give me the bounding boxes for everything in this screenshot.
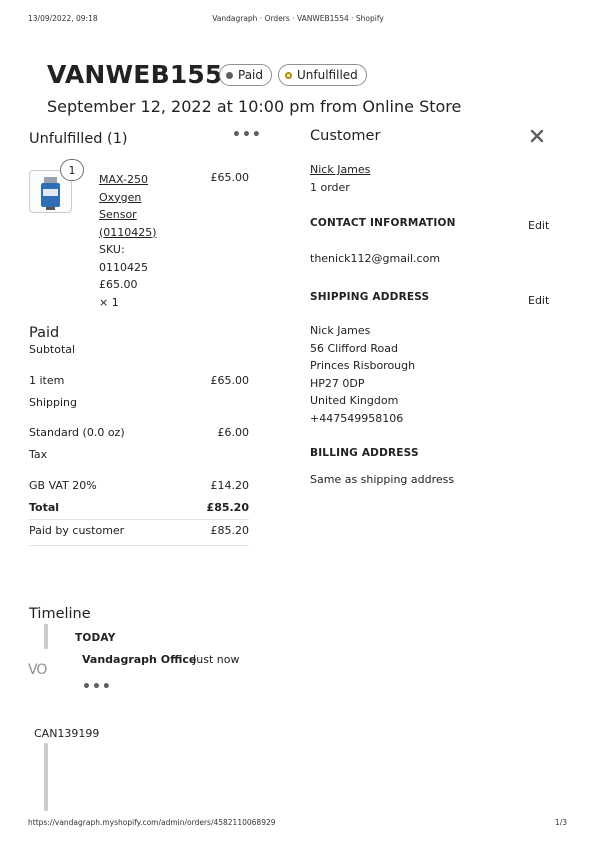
timeline-title: Timeline [29, 606, 91, 622]
timeline-today-label: TODAY [75, 632, 116, 644]
unfulfilled-badge-label: Unfulfilled [297, 68, 358, 82]
shipping-address-heading: SHIPPING ADDRESS [310, 291, 430, 303]
billing-address-text: Same as shipping address [310, 473, 455, 486]
paid-by-customer-label: Paid by customer [29, 524, 125, 537]
print-page-number: 1/3 [555, 818, 568, 827]
timeline-time: Just now [193, 653, 240, 666]
total-divider [29, 519, 249, 520]
product-link[interactable]: MAX-250 Oxygen Sensor (0110425) SKU: 011… [99, 171, 157, 311]
tax-label: Tax [29, 448, 48, 461]
timeline-avatar: VO [28, 662, 47, 678]
address-line: +447549958106 [310, 411, 404, 425]
paid-badge: Paid [219, 64, 273, 86]
quantity-badge: 1 [60, 159, 84, 181]
total-value: £85.20 [206, 501, 249, 514]
address-line: Nick James [310, 324, 371, 337]
timeline-note: CAN139199 [34, 727, 100, 740]
sku-value: 0110425 [99, 260, 148, 274]
address-line: 56 Clifford Road [310, 341, 399, 355]
product-name-line[interactable]: Sensor [99, 206, 157, 224]
more-actions-icon[interactable]: ••• [232, 127, 262, 143]
sku-label: SKU: [99, 243, 125, 256]
order-subtitle: September 12, 2022 at 10:00 pm from Onli… [47, 97, 462, 116]
unfulfilled-title: Unfulfilled (1) [29, 131, 128, 147]
timeline-more-icon[interactable]: ••• [82, 679, 112, 695]
billing-address-heading: BILLING ADDRESS [310, 447, 419, 459]
product-name-line[interactable]: MAX-250 [99, 171, 157, 189]
print-title: Vandagraph · Orders · VANWEB1554 · Shopi… [212, 14, 384, 23]
print-url: https://vandagraph.myshopify.com/admin/o… [28, 818, 276, 827]
total-label: Total [29, 501, 60, 514]
timeline-line-top [44, 624, 48, 649]
items-label: 1 item [29, 374, 65, 387]
paid-by-customer-value: £85.20 [210, 524, 250, 537]
shipping-value: £6.00 [217, 426, 250, 439]
line-quantity: × 1 [99, 295, 119, 309]
address-line: HP27 0DP [310, 376, 365, 390]
product-name-line[interactable]: Oxygen [99, 189, 157, 207]
customer-title: Customer [310, 128, 381, 144]
subtotal-label: Subtotal [29, 343, 76, 356]
contact-info-heading: CONTACT INFORMATION [310, 217, 456, 229]
address-line: Princes Risborough [310, 359, 416, 373]
shipping-label: Shipping [29, 396, 77, 409]
shipping-address-block: Nick James 56 Clifford Road Princes Risb… [310, 322, 415, 428]
address-line: United Kingdom [310, 394, 399, 408]
timeline-line-bottom [44, 743, 48, 811]
line-total: £65.00 [210, 171, 250, 184]
timeline-author: Vandagraph Office [82, 653, 197, 666]
paid-badge-label: Paid [238, 68, 264, 82]
unfulfilled-status-dot-icon [285, 71, 292, 79]
close-icon[interactable] [530, 128, 544, 147]
unit-price: £65.00 [99, 278, 138, 291]
order-number: VANWEB1554 [47, 60, 241, 89]
shipping-method: Standard (0.0 oz) [29, 426, 125, 439]
payment-title: Paid [29, 325, 60, 341]
product-name-line[interactable]: (0110425) [99, 224, 157, 242]
unfulfilled-badge: Unfulfilled [278, 64, 367, 86]
customer-name-link[interactable]: Nick James [310, 163, 370, 176]
customer-email: thenick112@gmail.com [310, 252, 441, 265]
tax-value: £14.20 [210, 479, 250, 492]
payment-divider [29, 545, 249, 546]
edit-contact-button[interactable]: Edit [528, 219, 549, 232]
items-value: £65.00 [210, 374, 250, 387]
edit-shipping-button[interactable]: Edit [528, 294, 549, 307]
tax-line: GB VAT 20% [29, 479, 97, 492]
paid-status-dot-icon [226, 71, 233, 79]
customer-order-count: 1 order [310, 181, 350, 194]
